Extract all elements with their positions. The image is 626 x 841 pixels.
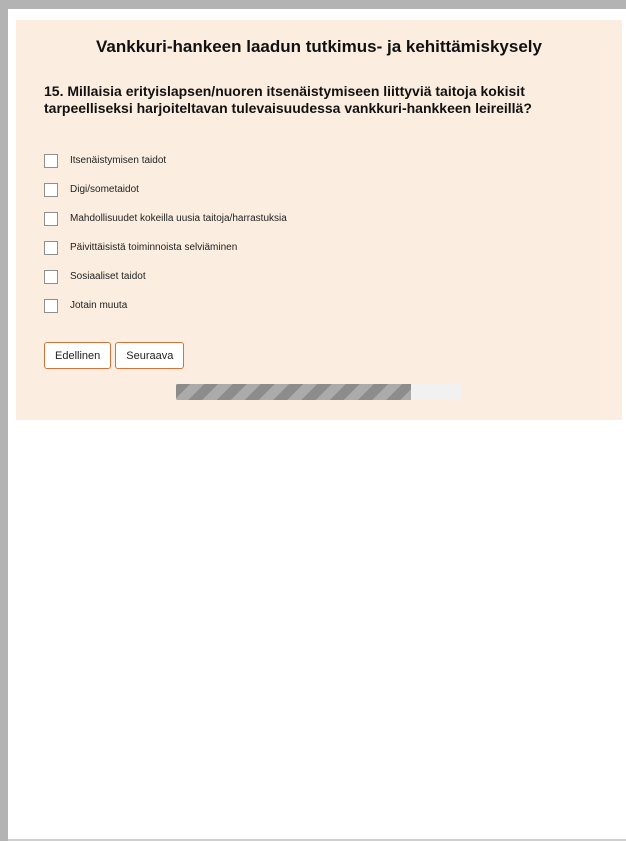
option-jotain-muuta[interactable]: Jotain muuta [44,291,287,320]
navigation-buttons: Edellinen Seuraava [44,342,188,369]
option-digi-sometaidot[interactable]: Digi/sometaidot [44,175,287,204]
next-button[interactable]: Seuraava [115,342,185,369]
option-label: Sosiaaliset taidot [70,271,146,282]
window-frame-top [0,0,626,9]
option-label: Mahdollisuudet kokeilla uusia taitoja/ha… [70,213,287,224]
window-frame-left [0,0,8,841]
option-uusia-taitoja[interactable]: Mahdollisuudet kokeilla uusia taitoja/ha… [44,204,287,233]
survey-title: Vankkuri-hankeen laadun tutkimus- ja keh… [96,37,542,56]
option-label: Päivittäisistä toiminnoista selviäminen [70,242,238,253]
option-itsenaistymisen-taidot[interactable]: Itsenäistymisen taidot [44,146,287,175]
progress-bar [176,384,462,400]
question-text: 15. Millaisia erityislapsen/nuoren itsen… [44,83,532,116]
checkbox[interactable] [44,240,58,255]
checkbox[interactable] [44,298,58,313]
survey-panel: Vankkuri-hankeen laadun tutkimus- ja keh… [16,20,622,420]
checkbox[interactable] [44,211,58,226]
previous-button[interactable]: Edellinen [44,342,112,369]
option-label: Jotain muuta [70,300,128,311]
checkbox[interactable] [44,153,58,168]
option-label: Itsenäistymisen taidot [70,155,167,166]
checkbox[interactable] [44,182,58,197]
progress-bar-fill [176,384,411,400]
option-label: Digi/sometaidot [70,184,139,195]
option-sosiaaliset-taidot[interactable]: Sosiaaliset taidot [44,262,287,291]
option-paivittaisista-toiminnoista[interactable]: Päivittäisistä toiminnoista selviäminen [44,233,287,262]
checkbox[interactable] [44,269,58,284]
options-list: Itsenäistymisen taidot Digi/sometaidot M… [44,146,287,320]
